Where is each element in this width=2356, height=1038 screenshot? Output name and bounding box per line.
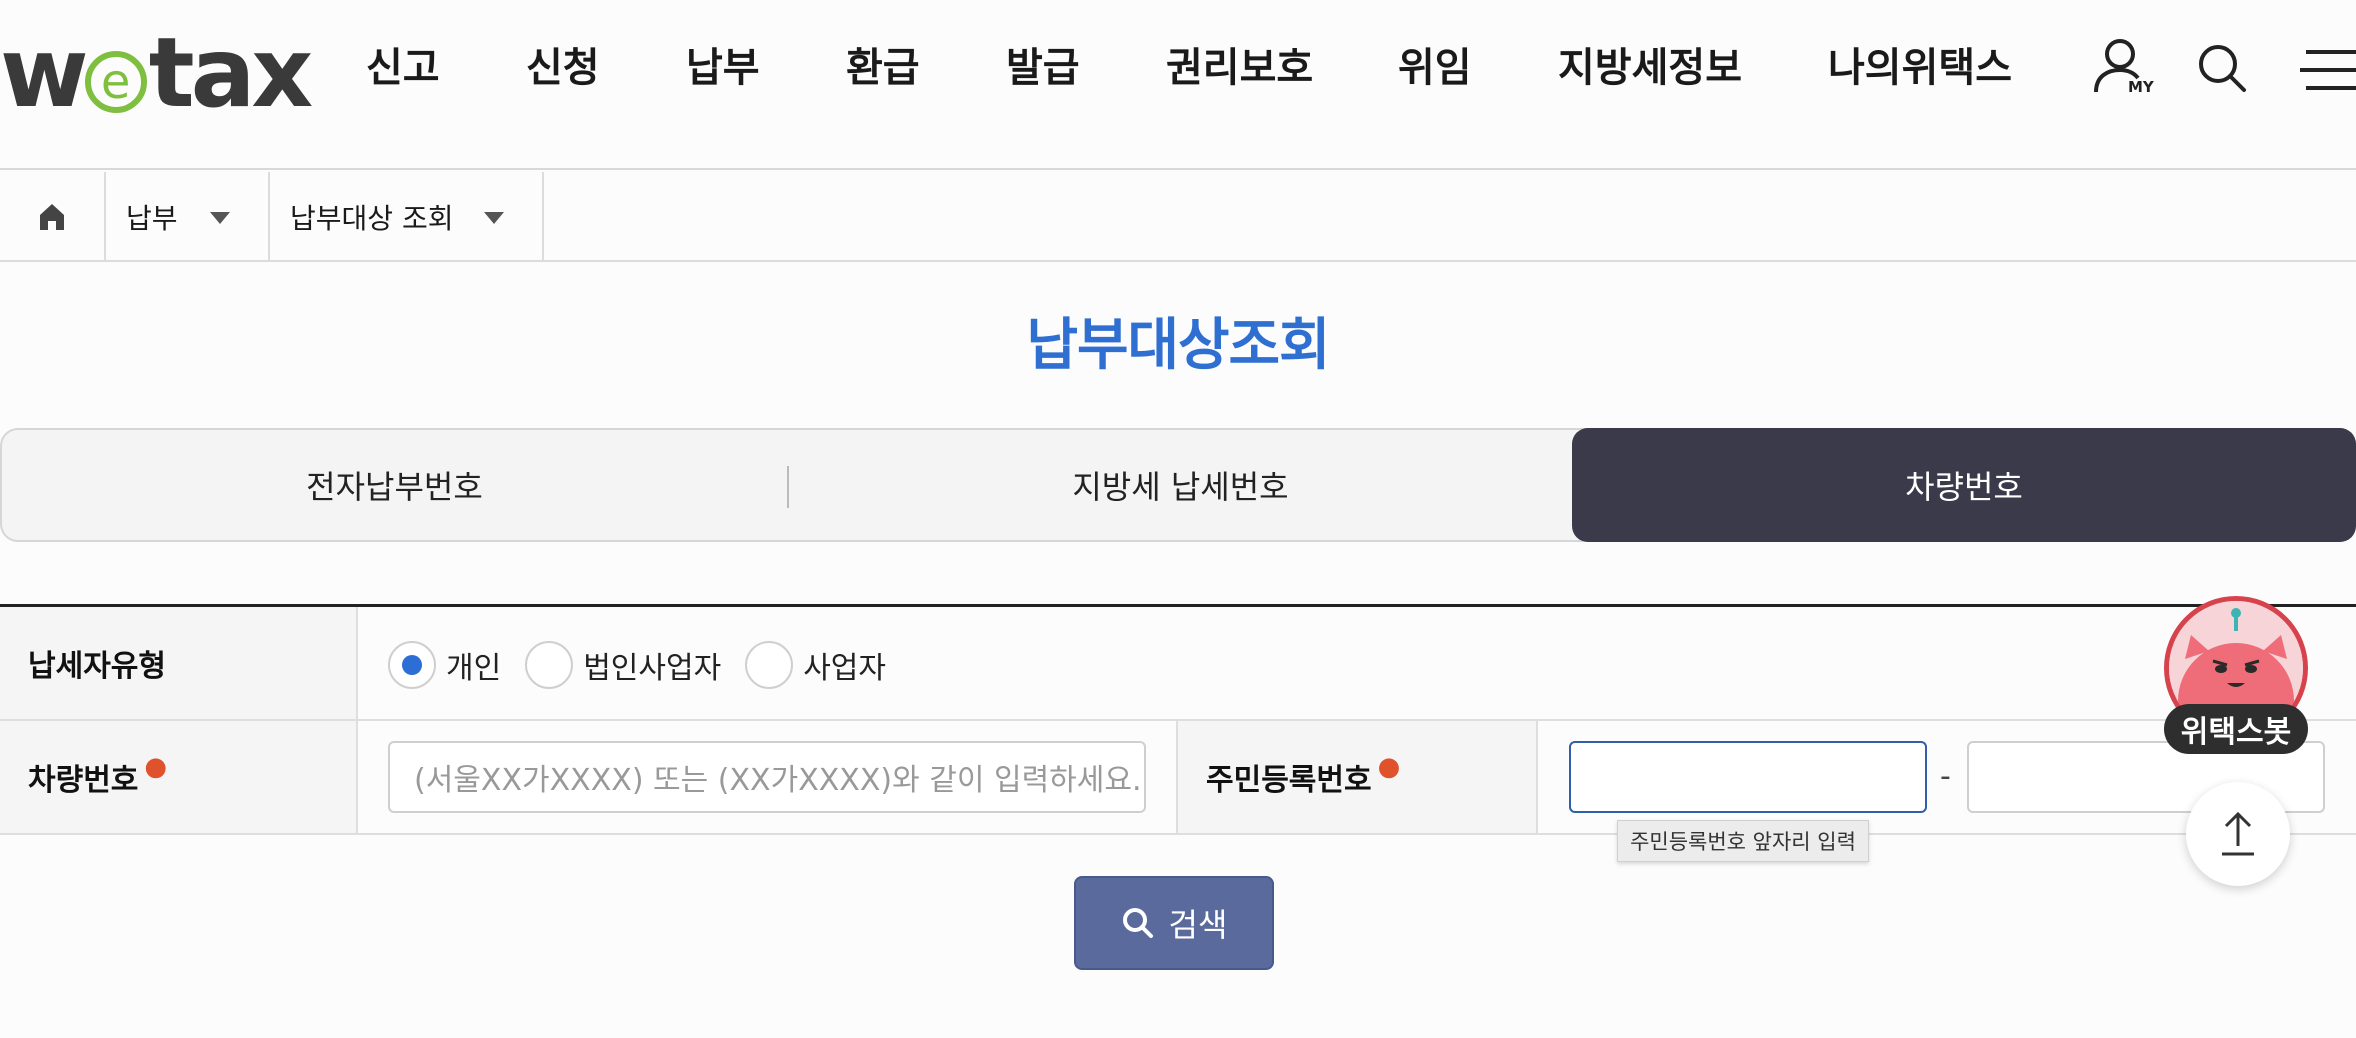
search-form: 납세자유형 개인 법인사업자 사업자 차량번호 ● (서울XX가XXXX) 또는 … [0,604,2356,835]
scroll-to-top-button[interactable] [2186,782,2290,886]
rrn-dash: - [1940,759,1951,794]
search-button-label: 검색 [1168,906,1228,944]
my-label: MY [2128,78,2154,96]
radio-individual[interactable] [388,641,436,689]
breadcrumb-level2-label: 납부대상 조회 [290,202,454,235]
rrn-tooltip: 주민등록번호 앞자리 입력 [1617,820,1869,862]
search-button[interactable]: 검색 [1074,876,1274,970]
chevron-down-icon [210,212,230,224]
site-header: w e tax 신고 신청 납부 환급 발급 권리보호 위임 지방세정보 나의위택스… [0,0,2356,170]
radio-selected-dot [402,655,422,675]
rrn-label-text: 주민등록번호 [1206,763,1372,798]
search-icon [1122,908,1153,938]
breadcrumb-level1[interactable]: 납부 [106,172,270,262]
user-my-icon[interactable]: MY [2090,36,2154,100]
radio-business-label[interactable]: 사업자 [803,643,886,687]
vehicle-number-input[interactable]: (서울XX가XXXX) 또는 (XX가XXXX)와 같이 입력하세요. [388,741,1146,813]
tab-vehicle-number[interactable]: 차량번호 [1572,428,2356,542]
rrn-front-input[interactable] [1569,741,1927,813]
taxpayer-type-label-text: 납세자유형 [28,649,166,684]
nav-rights[interactable]: 권리보호 [1166,40,1313,96]
home-icon [40,204,64,230]
breadcrumb-home[interactable] [0,172,106,262]
chevron-down-icon [484,212,504,224]
search-icon[interactable] [2190,36,2254,100]
breadcrumb: 납부 납부대상 조회 [0,172,2356,262]
divider [356,607,358,719]
nav-pay[interactable]: 납부 [686,40,760,96]
form-row-vehicle: 차량번호 ● (서울XX가XXXX) 또는 (XX가XXXX)와 같이 입력하세요… [0,721,2356,835]
vehicle-number-label: 차량번호 ● [0,721,356,833]
divider [356,721,358,833]
required-dot: ● [1377,752,1401,782]
nav-issue[interactable]: 발급 [1006,40,1080,96]
taxpayer-type-radios: 개인 법인사업자 사업자 [388,639,910,691]
form-row-taxpayer-type: 납세자유형 개인 법인사업자 사업자 [0,607,2356,721]
taxpayer-type-label: 납세자유형 [0,607,356,719]
radio-business[interactable] [745,641,794,689]
menu-icon[interactable] [2296,36,2356,100]
tab-electronic-payment-number[interactable]: 전자납부번호 [2,430,787,540]
nav-refund[interactable]: 환급 [846,40,920,96]
radio-corporate-label[interactable]: 법인사업자 [583,643,721,687]
arrow-up-icon [2222,811,2254,856]
tab-local-tax-number[interactable]: 지방세 납세번호 [789,430,1572,540]
nav-my-wetax[interactable]: 나의위택스 [1828,40,2012,96]
radio-corporate[interactable] [525,641,574,689]
search-type-tabs: 전자납부번호 지방세 납세번호 차량번호 [0,428,2356,542]
page-title: 납부대상조회 [1026,313,1330,378]
nav-apply[interactable]: 신청 [526,40,600,96]
breadcrumb-level1-label: 납부 [126,202,178,235]
wetax-bot-label[interactable]: 위택스봇 [2164,704,2308,754]
nav-local-tax-info[interactable]: 지방세정보 [1558,40,1742,96]
nav-report[interactable]: 신고 [366,40,440,96]
divider [1536,721,1538,833]
vehicle-number-label-text: 차량번호 [28,763,139,798]
radio-individual-label[interactable]: 개인 [446,643,501,687]
nav-delegate[interactable]: 위임 [1398,40,1472,96]
breadcrumb-level2[interactable]: 납부대상 조회 [270,172,544,262]
main-nav: 신고 신청 납부 환급 발급 권리보호 위임 지방세정보 나의위택스 [0,0,2356,140]
required-dot: ● [144,752,168,782]
rrn-label: 주민등록번호 ● [1178,721,1536,833]
